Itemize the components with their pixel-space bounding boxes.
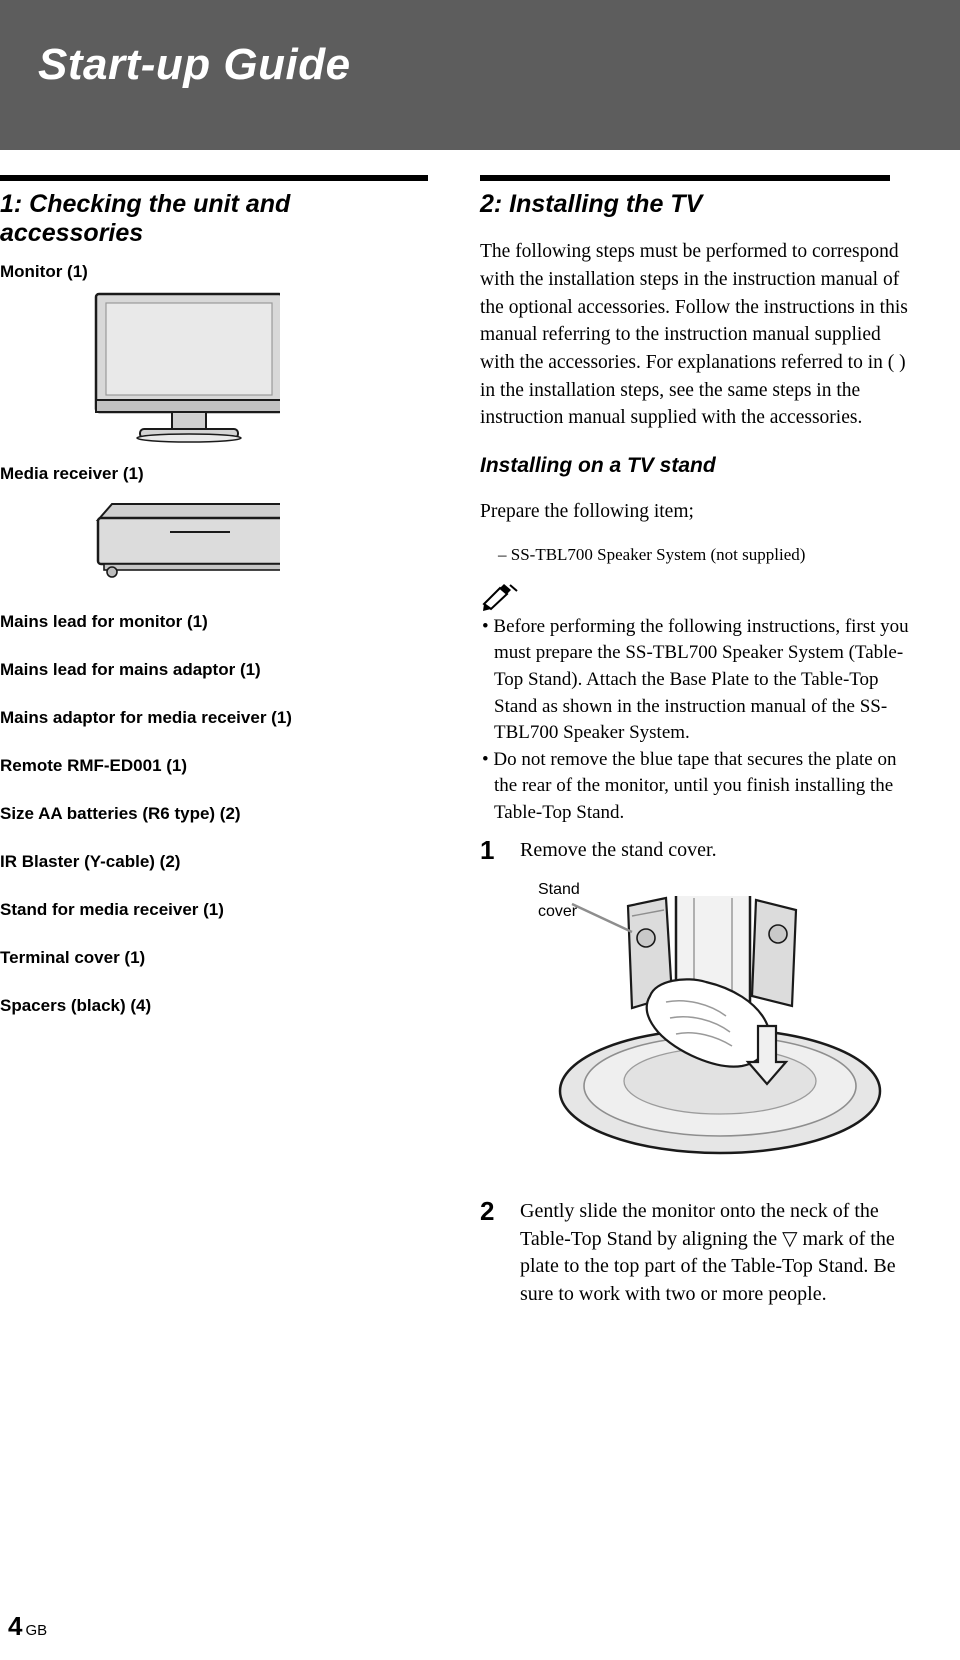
monitor-label: Monitor (1) (0, 261, 88, 281)
installing-subheading: Installing on a TV stand (480, 454, 716, 478)
right-section-title: 2: Installing the TV (480, 190, 703, 218)
pencil-note-icon (482, 583, 518, 611)
figure-caption-line2: cover (538, 903, 578, 920)
installation-intro: The following steps must be performed to… (480, 241, 908, 429)
right-section-rule (480, 175, 890, 181)
accessory-item: Stand for media receiver (1) (0, 899, 224, 919)
accessory-item: Mains lead for monitor (1) (0, 611, 208, 631)
page: Start-up Guide 1: Checking the unit and … (0, 0, 960, 1660)
accessory-item: IR Blaster (Y-cable) (2) (0, 851, 181, 871)
page-title: Start-up Guide (38, 40, 351, 89)
step-text: Gently slide the monitor onto the neck o… (520, 1200, 896, 1305)
accessory-item: Terminal cover (1) (0, 947, 146, 967)
accessory-item: Mains lead for mains adaptor (1) (0, 659, 261, 679)
accessory-item: Mains adaptor for media receiver (1) (0, 707, 292, 727)
figure-caption-line1: Stand (538, 881, 580, 898)
note-item: • Before performing the following instru… (482, 615, 909, 744)
prepare-item: – SS-TBL700 Speaker System (not supplied… (498, 544, 806, 564)
note-item: • Do not remove the blue tape that secur… (482, 748, 897, 823)
page-number: 4 (8, 1611, 23, 1641)
stand-cover-illustration: Stand cover (538, 881, 882, 1155)
accessory-item: Remote RMF-ED001 (1) (0, 755, 188, 775)
media-receiver-label: Media receiver (1) (0, 463, 144, 483)
left-column: 1: Checking the unit and accessories Mon… (0, 175, 440, 1044)
media-receiver-illustration (95, 502, 280, 578)
step-text: Remove the stand cover. (520, 838, 717, 861)
notes-block: • Before performing the following instru… (480, 614, 920, 827)
accessory-list: Mains lead for monitor (1) Mains lead fo… (0, 612, 440, 1016)
left-section-rule (0, 175, 428, 181)
prepare-line: Prepare the following item; (480, 500, 694, 522)
right-column: 2: Installing the TV The following steps… (480, 175, 920, 1308)
monitor-illustration (94, 292, 280, 443)
step-number: 2 (480, 1196, 495, 1227)
accessory-item: Size AA batteries (R6 type) (2) (0, 803, 241, 823)
footer: 4 GB (8, 1611, 47, 1642)
step-number: 1 (480, 834, 495, 865)
accessory-item: Spacers (black) (4) (0, 995, 152, 1015)
step-1: 1 Remove the stand cover. (480, 834, 920, 865)
left-section-title: 1: Checking the unit and accessories (0, 190, 291, 247)
step-2: 2 Gently slide the monitor onto the neck… (480, 1196, 920, 1308)
page-region: GB (25, 1622, 48, 1639)
